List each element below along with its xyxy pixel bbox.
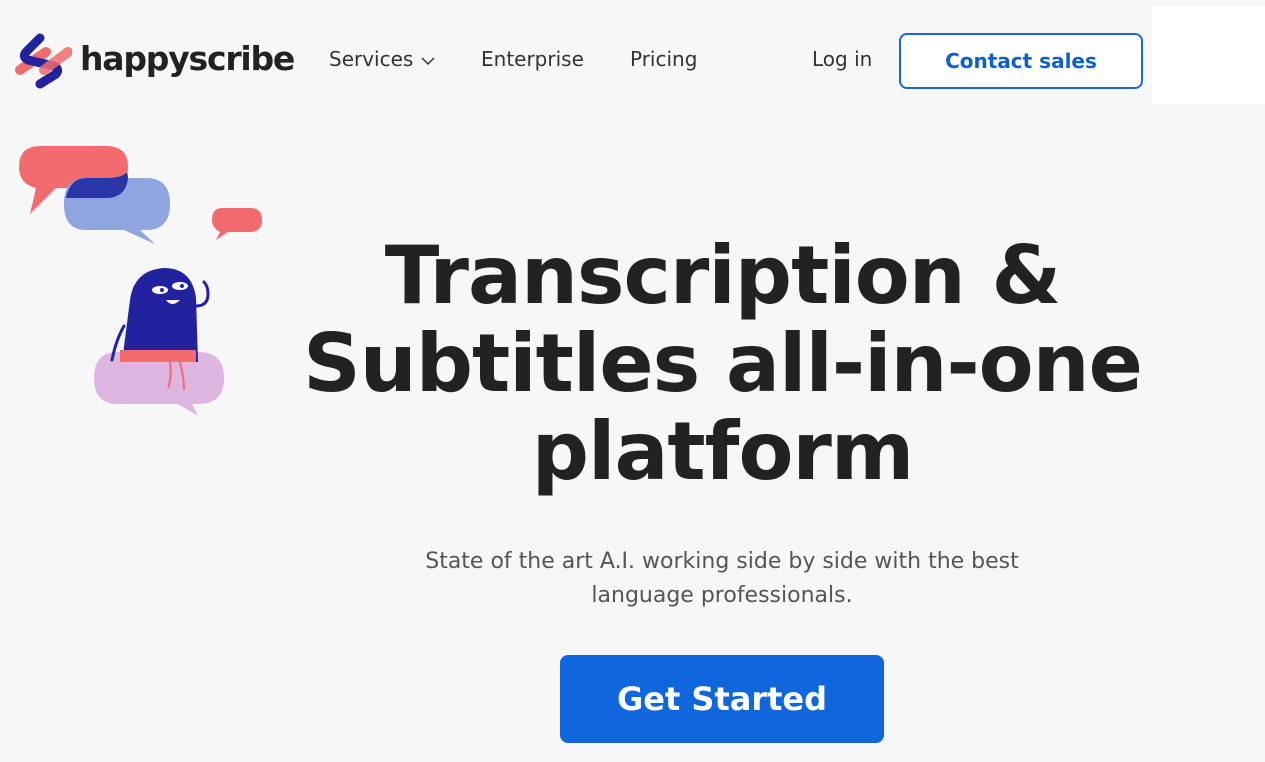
hero-subtitle: State of the art A.I. working side by si… <box>425 549 1019 608</box>
hero-title: Transcription & Subtitles all-in-one pla… <box>303 229 1143 498</box>
nav-pricing[interactable]: Pricing <box>630 47 697 71</box>
chevron-down-icon <box>421 57 435 66</box>
logo-link[interactable]: happyscribe <box>14 30 295 90</box>
blank-panel <box>1152 6 1265 104</box>
chat-bubbles-character-illustration <box>19 146 262 416</box>
logo-text: happyscribe <box>80 38 295 78</box>
nav-services-label: Services <box>329 47 414 71</box>
get-started-button[interactable]: Get Started <box>560 655 884 743</box>
nav-services[interactable]: Services <box>329 47 435 71</box>
login-link[interactable]: Log in <box>812 47 872 71</box>
contact-sales-button[interactable]: Contact sales <box>899 33 1143 89</box>
site-header: happyscribe Services Enterprise Pricing … <box>0 0 1265 120</box>
happyscribe-logo-icon <box>15 33 72 89</box>
nav-enterprise[interactable]: Enterprise <box>481 47 584 71</box>
